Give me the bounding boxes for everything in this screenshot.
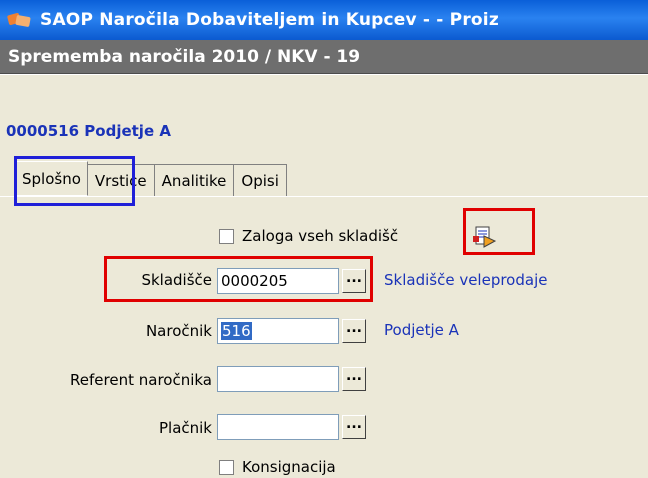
skladisce-lookup-value[interactable]: Skladišče veleprodaje	[384, 271, 547, 289]
referent-label: Referent naročnika	[70, 371, 212, 389]
window-title: SAOP Naročila Dobaviteljem in Kupcev - -…	[40, 10, 499, 30]
tab-analitike[interactable]: Analitike	[154, 164, 235, 196]
saop-app-icon	[6, 8, 34, 32]
splosno-tab-highlight	[14, 156, 135, 206]
placnik-lookup-button[interactable]: ...	[342, 415, 366, 439]
referent-lookup-button[interactable]: ...	[342, 367, 366, 391]
placnik-input[interactable]	[217, 414, 339, 440]
tab-opisi-label: Opisi	[241, 171, 279, 190]
window-title-bar: SAOP Naročila Dobaviteljem in Kupcev - -…	[0, 0, 648, 40]
form-header: Sprememba naročila 2010 / NKV - 19	[0, 40, 648, 74]
form-header-title: Sprememba naročila 2010 / NKV - 19	[8, 46, 361, 67]
narocnik-lookup-value[interactable]: Podjetje A	[384, 321, 459, 339]
konsignacija-label: Konsignacija	[242, 458, 336, 476]
konsignacija-checkbox[interactable]	[219, 460, 234, 475]
tab-opisi[interactable]: Opisi	[234, 164, 287, 196]
narocnik-input[interactable]: 516	[217, 318, 339, 344]
placnik-label: Plačnik	[158, 419, 212, 437]
document-icon-highlight	[463, 208, 535, 255]
narocnik-input-value: 516	[221, 322, 252, 340]
referent-input[interactable]	[217, 366, 339, 392]
narocnik-lookup-button[interactable]: ...	[342, 319, 366, 343]
tab-analitike-label: Analitike	[161, 171, 227, 190]
zaloga-vseh-skladisc-label: Zaloga vseh skladišč	[242, 227, 399, 245]
zaloga-vseh-skladisc-checkbox[interactable]	[219, 229, 234, 244]
skladisce-highlight	[104, 256, 373, 302]
narocnik-label: Naročnik	[145, 322, 212, 340]
company-label: 0000516 Podjetje A	[6, 122, 171, 140]
